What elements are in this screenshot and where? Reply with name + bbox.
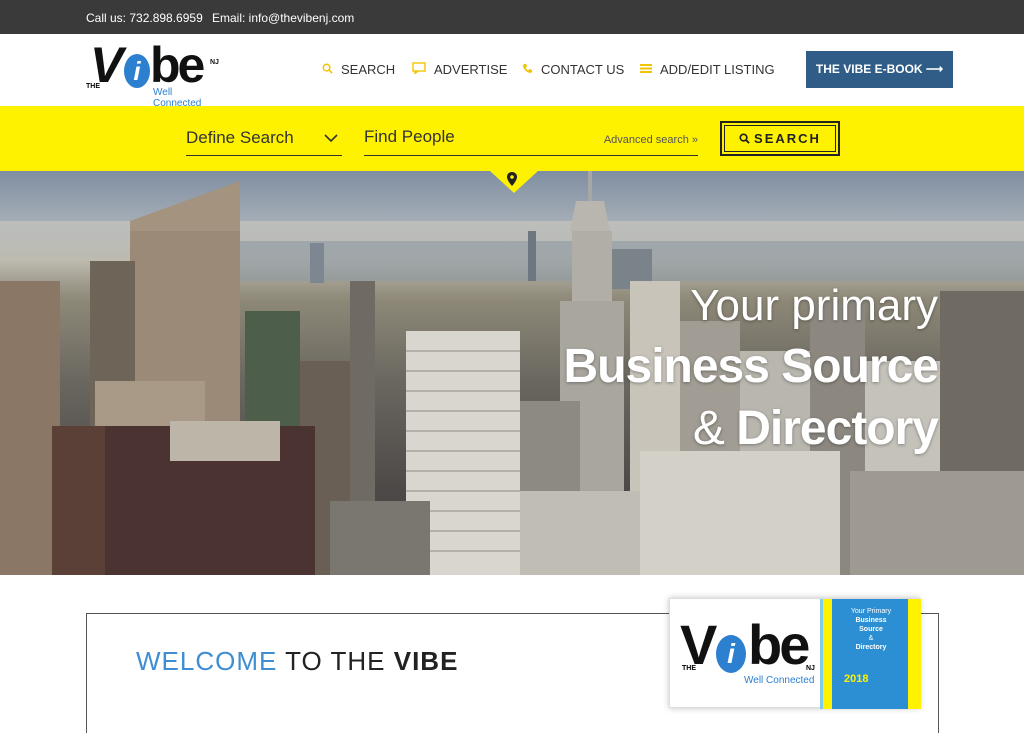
list-icon bbox=[640, 63, 652, 77]
nav-advertise-label: ADVERTISE bbox=[434, 62, 508, 77]
nav-advertise-link[interactable]: ADVERTISE bbox=[412, 62, 507, 77]
ebook-button[interactable]: THE VIBE E-BOOK ⟶ bbox=[806, 51, 953, 88]
hero-line-3: & Directory bbox=[692, 401, 939, 456]
book-logo-v: V bbox=[680, 613, 717, 676]
nav-contact-label: CONTACT US bbox=[541, 62, 625, 77]
find-people-input[interactable] bbox=[364, 127, 584, 147]
search-button-label: SEARCH bbox=[754, 131, 821, 146]
book-blurb-business: Business bbox=[855, 617, 887, 624]
define-search-label: Define Search bbox=[186, 128, 294, 147]
book-blurb-directory: Directory bbox=[855, 644, 887, 651]
book-blurb-source: Source bbox=[859, 626, 883, 633]
nav-add-edit-link[interactable]: ADD/EDIT LISTING bbox=[640, 62, 775, 77]
hero-line-1: Your primary bbox=[690, 281, 938, 330]
hero-ampersand: & bbox=[692, 402, 737, 455]
welcome-part-1: WELCOME bbox=[136, 646, 286, 676]
welcome-part-2: TO THE bbox=[285, 646, 394, 676]
book-year: 2018 bbox=[844, 673, 869, 685]
book-blurb: Your Primary Business Source & Directory bbox=[836, 607, 906, 652]
phone-icon bbox=[522, 63, 533, 77]
chevron-down-icon bbox=[324, 130, 338, 146]
search-icon bbox=[739, 133, 750, 144]
logo-nj: NJ bbox=[210, 59, 219, 66]
nav-search-label: SEARCH bbox=[341, 62, 396, 77]
map-pin-icon[interactable] bbox=[507, 172, 517, 189]
search-icon bbox=[322, 63, 333, 77]
top-contact-bar: Call us: 732.898.6959 Email: info@thevib… bbox=[0, 0, 1024, 34]
book-logo-i: i bbox=[716, 635, 746, 673]
phone-text[interactable]: Call us: 732.898.6959 bbox=[86, 11, 203, 25]
book-blurb-amp: & bbox=[868, 635, 874, 642]
nav-search-link[interactable]: SEARCH bbox=[322, 62, 395, 77]
book-logo-tagline: Well Connected bbox=[744, 675, 815, 686]
search-band: Define Search Advanced search » SEARCH bbox=[0, 106, 1024, 171]
search-button[interactable]: SEARCH bbox=[720, 121, 840, 156]
hero-directory: Directory bbox=[736, 402, 939, 455]
nav-add-edit-label: ADD/EDIT LISTING bbox=[660, 62, 775, 77]
site-logo[interactable]: THE V i be NJ Well Connected bbox=[86, 37, 221, 109]
directory-book-cover: Your Primary Business Source & Directory… bbox=[669, 598, 921, 709]
book-blurb-small: Your Primary bbox=[850, 608, 892, 615]
chat-icon bbox=[412, 62, 426, 77]
nav-contact-link[interactable]: CONTACT US bbox=[522, 62, 624, 77]
site-header: THE V i be NJ Well Connected SEARCH ADVE… bbox=[0, 34, 1024, 109]
advanced-search-link[interactable]: Advanced search » bbox=[604, 134, 698, 146]
logo-v: V bbox=[90, 37, 123, 93]
welcome-heading: WELCOME TO THE VIBE bbox=[136, 646, 458, 677]
welcome-part-3: VIBE bbox=[393, 646, 459, 676]
logo-i-badge: i bbox=[124, 54, 150, 88]
hero-line-2: Business Source bbox=[563, 340, 939, 393]
hero-banner: Your primary Business Source & Directory bbox=[0, 171, 1024, 575]
email-text[interactable]: Email: info@thevibenj.com bbox=[212, 11, 354, 25]
book-logo-be: be bbox=[748, 613, 810, 676]
book-logo-nj: NJ bbox=[806, 665, 815, 672]
define-search-select[interactable]: Define Search bbox=[186, 122, 342, 156]
find-people-field: Advanced search » bbox=[364, 122, 698, 156]
logo-be: be bbox=[150, 37, 205, 93]
